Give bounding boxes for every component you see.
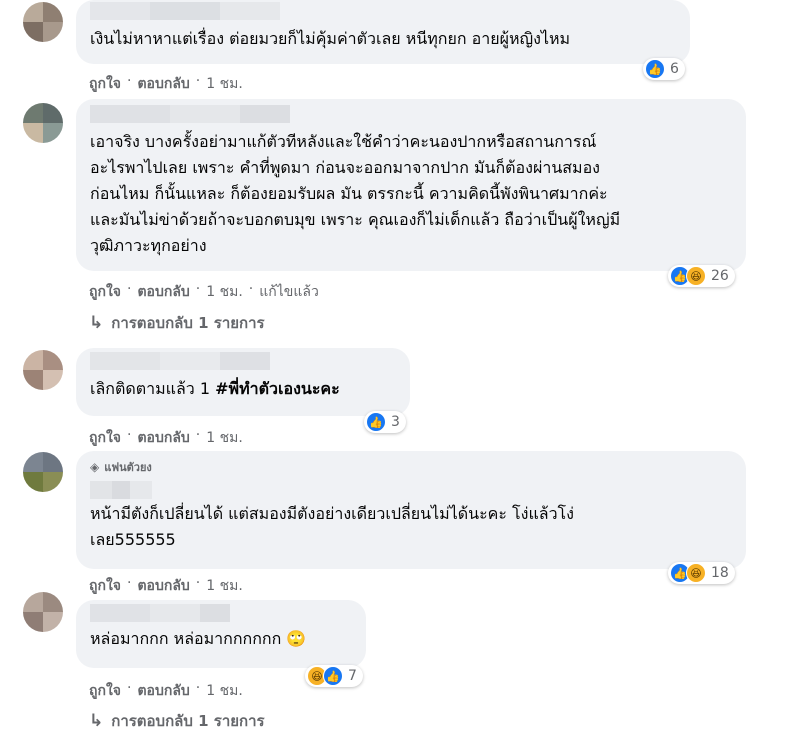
- replies-label: การตอบกลับ 1 รายการ: [111, 314, 265, 332]
- reply-arrow-icon: ↳: [89, 711, 104, 731]
- like-icon: 👍: [645, 59, 665, 79]
- commenter-name-blurred[interactable]: [90, 604, 352, 622]
- reply-link[interactable]: ตอบกลับ: [137, 680, 189, 702]
- haha-icon: 😆: [686, 563, 706, 583]
- reaction-summary[interactable]: 👍 3: [364, 411, 406, 433]
- reply-arrow-icon: ↳: [89, 313, 104, 333]
- comment-actions: ถูกใจ · ตอบกลับ · 1 ชม.: [89, 680, 243, 702]
- hashtag-link[interactable]: #พี่ทำตัวเองนะคะ: [215, 379, 340, 398]
- timestamp[interactable]: 1 ชม.: [206, 427, 243, 449]
- avatar[interactable]: [23, 2, 63, 42]
- edited-label[interactable]: แก้ไขแล้ว: [259, 281, 319, 303]
- reply-link[interactable]: ตอบกลับ: [137, 281, 189, 303]
- haha-icon: 😆: [686, 266, 706, 286]
- reaction-summary[interactable]: 👍 6: [643, 58, 685, 80]
- top-fan-badge[interactable]: ◈ แฟนตัวยง: [90, 459, 732, 475]
- separator-dot: ·: [248, 281, 254, 297]
- comment-text: เลิกติดตามแล้ว 1 #พี่ทำตัวเองนะคะ: [90, 376, 396, 402]
- avatar[interactable]: [23, 592, 63, 632]
- comment-bubble: เงินไม่หาหาแต่เรื่อง ต่อยมวยก็ไม่คุ้มค่า…: [76, 0, 690, 64]
- like-link[interactable]: ถูกใจ: [89, 427, 121, 449]
- reaction-count: 7: [348, 668, 357, 684]
- comment-text-plain: เลิกติดตามแล้ว 1: [90, 379, 216, 398]
- like-link[interactable]: ถูกใจ: [89, 281, 121, 303]
- replies-label: การตอบกลับ 1 รายการ: [111, 712, 265, 730]
- reaction-count: 26: [711, 268, 729, 284]
- reaction-summary[interactable]: 👍 😆 26: [668, 265, 735, 287]
- comment-text: หล่อมากกก หล่อมากกกกกก 🙄: [90, 629, 307, 648]
- comment-text: เอาจริง บางครั้งอย่ามาแก้ตัวทีหลังและใช้…: [90, 132, 621, 255]
- comment-text: หน้ามีตังก็เปลี่ยนได้ แต่สมองมีตังอย่างเ…: [90, 504, 574, 549]
- commenter-name-blurred[interactable]: [90, 352, 396, 370]
- comment-actions: ถูกใจ · ตอบกลับ · 1 ชม.: [89, 427, 243, 449]
- reaction-summary[interactable]: 👍 😆 18: [668, 562, 735, 584]
- reply-link[interactable]: ตอบกลับ: [137, 575, 189, 597]
- separator-dot: ·: [127, 281, 132, 297]
- comment-bubble: เอาจริง บางครั้งอย่ามาแก้ตัวทีหลังและใช้…: [76, 99, 746, 271]
- separator-dot: ·: [195, 281, 201, 297]
- separator-dot: ·: [127, 575, 132, 591]
- avatar[interactable]: [23, 452, 63, 492]
- reaction-count: 3: [391, 414, 400, 430]
- view-replies-link[interactable]: ↳ การตอบกลับ 1 รายการ: [89, 709, 265, 733]
- like-link[interactable]: ถูกใจ: [89, 680, 121, 702]
- timestamp[interactable]: 1 ชม.: [206, 575, 243, 597]
- separator-dot: ·: [127, 680, 132, 696]
- reply-link[interactable]: ตอบกลับ: [137, 427, 189, 449]
- commenter-name-blurred[interactable]: [90, 2, 676, 20]
- avatar[interactable]: [23, 350, 63, 390]
- reaction-summary[interactable]: 😆 👍 7: [305, 665, 363, 687]
- badge-label: แฟนตัวยง: [104, 461, 152, 474]
- comment-actions: ถูกใจ · ตอบกลับ · 1 ชม.: [89, 73, 243, 95]
- reaction-count: 6: [670, 61, 679, 77]
- separator-dot: ·: [195, 575, 201, 591]
- avatar[interactable]: [23, 103, 63, 143]
- comment-bubble: หล่อมากกก หล่อมากกกกกก 🙄: [76, 600, 366, 668]
- reply-link[interactable]: ตอบกลับ: [137, 73, 189, 95]
- separator-dot: ·: [195, 680, 201, 696]
- like-icon: 👍: [366, 412, 386, 432]
- diamond-icon: ◈: [90, 460, 100, 474]
- separator-dot: ·: [127, 427, 132, 443]
- like-icon: 👍: [323, 666, 343, 686]
- timestamp[interactable]: 1 ชม.: [206, 281, 243, 303]
- like-link[interactable]: ถูกใจ: [89, 575, 121, 597]
- comment-bubble: ◈ แฟนตัวยง หน้ามีตังก็เปลี่ยนได้ แต่สมอง…: [76, 451, 746, 569]
- separator-dot: ·: [195, 73, 201, 89]
- reaction-count: 18: [711, 565, 729, 581]
- separator-dot: ·: [195, 427, 201, 443]
- comment-actions: ถูกใจ · ตอบกลับ · 1 ชม. · แก้ไขแล้ว: [89, 281, 319, 303]
- commenter-name-blurred[interactable]: [90, 105, 732, 123]
- like-link[interactable]: ถูกใจ: [89, 73, 121, 95]
- comment-bubble: เลิกติดตามแล้ว 1 #พี่ทำตัวเองนะคะ: [76, 348, 410, 416]
- commenter-name-blurred[interactable]: [90, 481, 732, 499]
- timestamp[interactable]: 1 ชม.: [206, 73, 243, 95]
- separator-dot: ·: [127, 73, 132, 89]
- view-replies-link[interactable]: ↳ การตอบกลับ 1 รายการ: [89, 311, 265, 335]
- comment-text: เงินไม่หาหาแต่เรื่อง ต่อยมวยก็ไม่คุ้มค่า…: [90, 29, 571, 48]
- comment-actions: ถูกใจ · ตอบกลับ · 1 ชม.: [89, 575, 243, 597]
- timestamp[interactable]: 1 ชม.: [206, 680, 243, 702]
